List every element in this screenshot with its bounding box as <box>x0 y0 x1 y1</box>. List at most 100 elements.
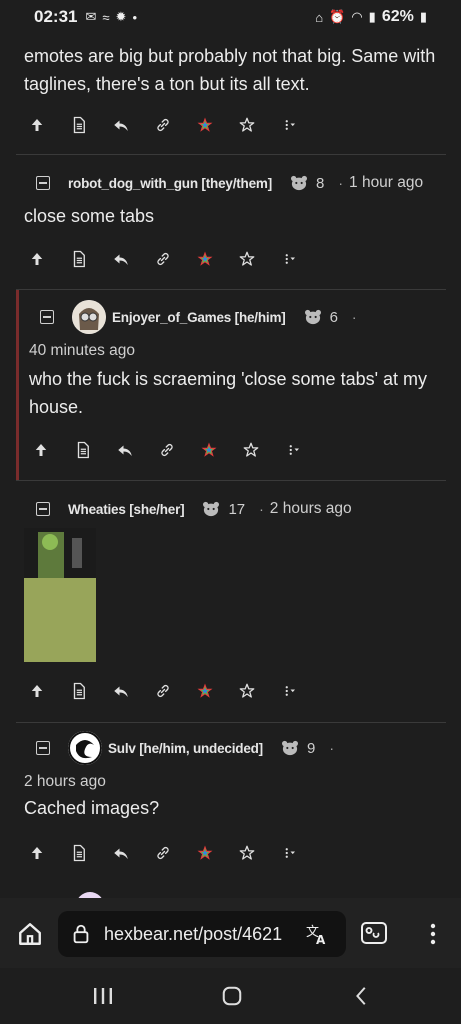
collapse-button[interactable] <box>36 502 50 516</box>
divider <box>16 480 446 481</box>
award-button[interactable] <box>184 678 226 704</box>
upvote-button[interactable] <box>16 246 58 272</box>
link-button[interactable] <box>142 678 184 704</box>
save-button[interactable] <box>226 112 268 138</box>
collapse-button[interactable] <box>36 176 50 190</box>
reply-button[interactable] <box>100 678 142 704</box>
avatar[interactable] <box>68 731 102 765</box>
battery-icon: ▮ <box>419 9 427 24</box>
save-button[interactable] <box>230 437 272 463</box>
reply-button[interactable] <box>104 437 146 463</box>
menu-button[interactable] <box>420 918 446 950</box>
source-icon <box>73 116 85 134</box>
upvote-button[interactable] <box>16 678 58 704</box>
avatar-image <box>68 731 102 765</box>
timestamp: 2 hours ago <box>269 500 352 517</box>
timestamp: 2 hours ago <box>24 773 106 790</box>
upvote-icon <box>31 119 43 131</box>
collapse-button[interactable] <box>40 310 54 324</box>
link-button[interactable] <box>142 112 184 138</box>
username[interactable]: Wheaties [she/her] <box>68 502 185 517</box>
award-button[interactable] <box>188 437 230 463</box>
username[interactable]: robot_dog_with_gun [they/them] <box>68 176 272 191</box>
comment-actions <box>16 840 310 866</box>
reply-button[interactable] <box>100 840 142 866</box>
notification-icons: ✉ ≈ ✹ • <box>85 9 137 25</box>
comment-actions <box>16 246 310 272</box>
award-button[interactable] <box>184 112 226 138</box>
link-button[interactable] <box>146 437 188 463</box>
divider <box>16 154 446 155</box>
username[interactable]: Enjoyer_of_Games [he/him] <box>112 310 286 325</box>
more-options-button[interactable] <box>268 840 310 866</box>
award-button[interactable] <box>184 246 226 272</box>
more-vert-icon <box>430 923 436 945</box>
rainbow-star-icon <box>197 845 213 860</box>
separator-dot: · <box>351 309 357 325</box>
comment-image[interactable] <box>24 528 96 662</box>
bed-icon: ⌂ <box>315 9 324 25</box>
save-star-icon <box>239 251 255 266</box>
rainbow-star-icon <box>197 683 213 698</box>
more-options-button[interactable] <box>268 678 310 704</box>
save-star-icon <box>239 845 255 860</box>
link-icon <box>157 846 169 860</box>
reply-icon <box>114 686 128 697</box>
timestamp: 1 hour ago <box>349 174 424 191</box>
bear-icon <box>281 740 298 756</box>
more-options-button[interactable] <box>268 112 310 138</box>
divider <box>16 289 446 290</box>
reply-button[interactable] <box>100 246 142 272</box>
view-source-button[interactable] <box>62 437 104 463</box>
upvote-button[interactable] <box>16 840 58 866</box>
system-icons: ⌂ ⏰ ◠ ▮ 62% ▮ <box>315 8 427 26</box>
link-icon <box>157 252 169 266</box>
score: 17 <box>228 500 246 518</box>
more-icon <box>285 848 295 858</box>
wind-icon: ≈ <box>102 9 110 25</box>
reply-button[interactable] <box>100 112 142 138</box>
bear-icon <box>291 175 307 191</box>
avatar[interactable] <box>72 300 106 334</box>
username[interactable]: Sulv [he/him, undecided] <box>108 741 263 756</box>
upvote-button[interactable] <box>20 437 62 463</box>
upvote-icon <box>35 444 47 456</box>
upvote-icon <box>31 847 43 859</box>
view-source-button[interactable] <box>58 112 100 138</box>
thread-indent-bar <box>16 290 19 480</box>
wifi-icon: ◠ <box>351 9 363 24</box>
recents-button[interactable] <box>86 982 120 1010</box>
more-options-button[interactable] <box>272 437 314 463</box>
avatar-image <box>72 300 106 334</box>
save-button[interactable] <box>226 840 268 866</box>
save-star-icon <box>239 683 255 698</box>
upvote-button[interactable] <box>16 112 58 138</box>
save-star-icon <box>243 442 259 457</box>
link-button[interactable] <box>142 246 184 272</box>
score: 9 <box>306 739 316 757</box>
comment-text: who the fuck is scraeming 'close some ta… <box>29 369 428 417</box>
image-thumbnail <box>24 528 96 662</box>
nav-home-button[interactable] <box>216 982 248 1010</box>
dot-icon: • <box>132 9 137 25</box>
back-button[interactable] <box>346 982 378 1010</box>
more-icon <box>285 120 295 130</box>
save-button[interactable] <box>226 678 268 704</box>
upvote-icon <box>31 253 43 265</box>
reader-mode-button[interactable] <box>359 918 389 948</box>
collapse-button[interactable] <box>36 741 50 755</box>
translate-button[interactable]: 文A <box>300 918 334 950</box>
divider <box>16 722 446 723</box>
more-options-button[interactable] <box>268 246 310 272</box>
home-button[interactable] <box>14 918 46 950</box>
save-button[interactable] <box>226 246 268 272</box>
rainbow-star-icon <box>201 442 217 457</box>
link-button[interactable] <box>142 840 184 866</box>
award-button[interactable] <box>184 840 226 866</box>
view-source-button[interactable] <box>58 840 100 866</box>
view-source-button[interactable] <box>58 246 100 272</box>
timestamp: 40 minutes ago <box>29 342 135 359</box>
recents-icon <box>94 988 112 1004</box>
view-source-button[interactable] <box>58 678 100 704</box>
mail-icon: ✉ <box>85 9 97 24</box>
